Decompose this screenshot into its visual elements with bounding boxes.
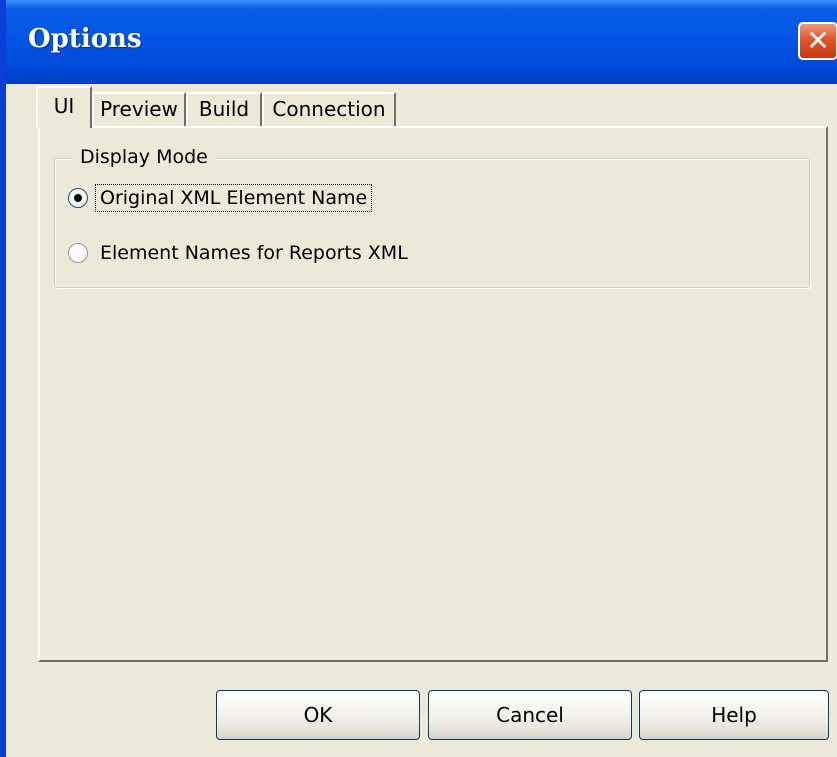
help-button[interactable]: Help — [639, 690, 829, 740]
ok-button[interactable]: OK — [216, 690, 420, 740]
tab-connection-label: Connection — [272, 97, 386, 121]
radio-element-names-for-reports-xml[interactable]: Element Names for Reports XML — [68, 238, 412, 268]
radio-checked-icon[interactable] — [68, 188, 88, 208]
tab-build-label: Build — [198, 97, 250, 121]
radio-element-names-for-reports-xml-label[interactable]: Element Names for Reports XML — [96, 240, 412, 266]
tab-ui-label: UI — [53, 94, 75, 118]
display-mode-group — [54, 158, 810, 288]
tab-preview[interactable]: Preview — [92, 92, 186, 126]
title-bar[interactable]: Options ✕ — [6, 0, 837, 84]
display-mode-legend: Display Mode — [72, 146, 216, 168]
radio-original-xml-element-name[interactable]: Original XML Element Name — [68, 183, 373, 213]
close-icon: ✕ — [806, 24, 830, 57]
options-dialog: Options ✕ UI Preview Build Connection Di… — [0, 0, 837, 757]
cancel-button[interactable]: Cancel — [428, 690, 632, 740]
window-title: Options — [28, 24, 142, 54]
radio-original-xml-element-name-label[interactable]: Original XML Element Name — [94, 184, 373, 212]
tab-connection[interactable]: Connection — [262, 92, 396, 126]
tab-preview-label: Preview — [100, 97, 178, 121]
radio-unchecked-icon[interactable] — [68, 243, 88, 263]
tab-build[interactable]: Build — [186, 92, 262, 126]
tab-ui[interactable]: UI — [36, 86, 92, 128]
close-button[interactable]: ✕ — [798, 22, 837, 60]
